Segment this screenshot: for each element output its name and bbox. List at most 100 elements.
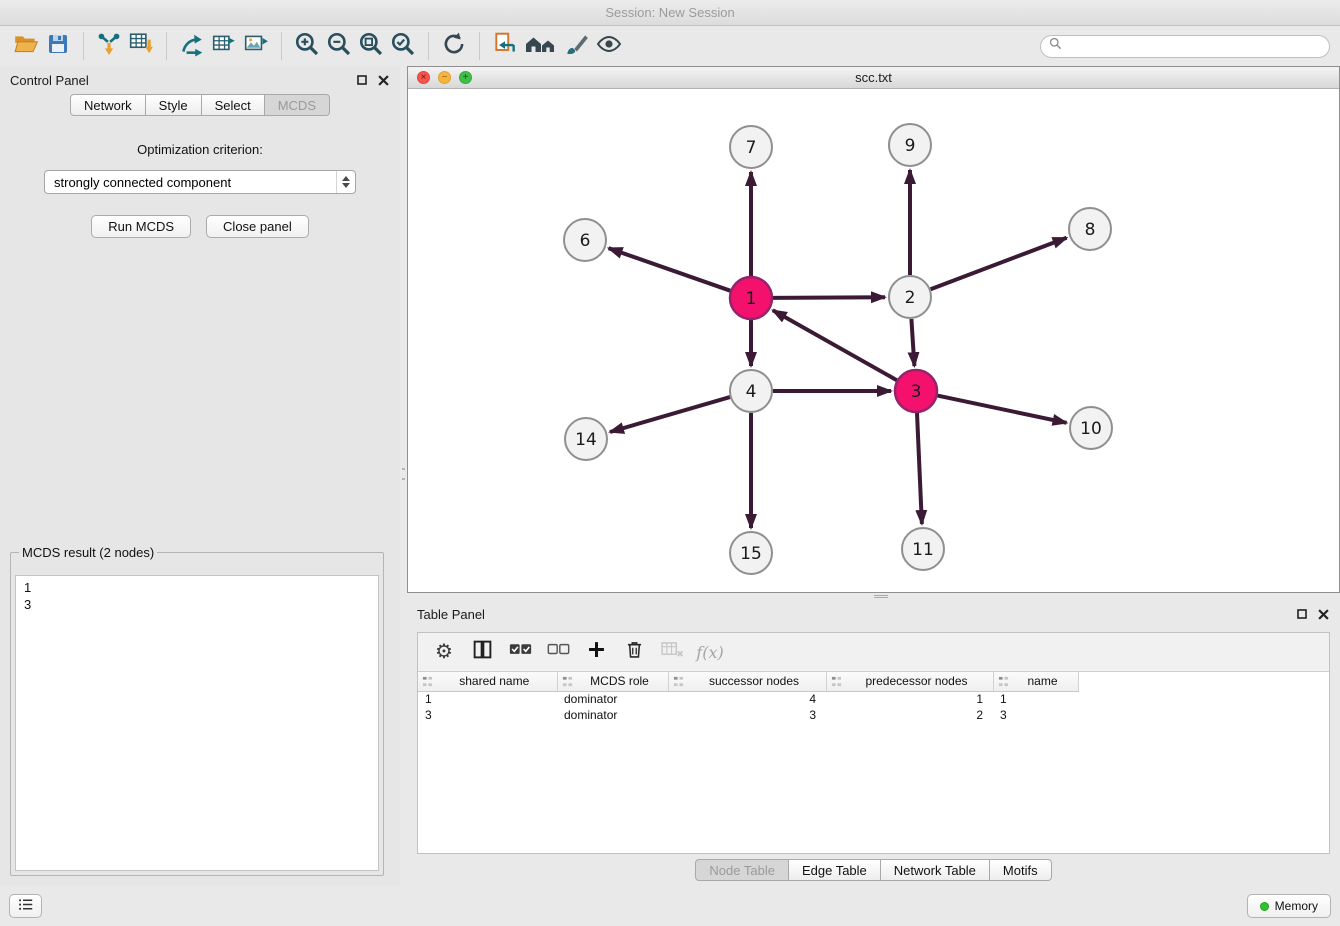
node-14[interactable]: 14 [565,418,607,460]
copy-document-icon [492,31,518,62]
tab-style[interactable]: Style [146,94,202,116]
close-panel-icon[interactable] [377,74,390,87]
node-3[interactable]: 3 [895,370,937,412]
edge-2-8[interactable] [931,238,1067,289]
zoom-selected-button[interactable] [387,30,419,62]
import-network-button[interactable] [93,30,125,62]
criterion-select[interactable]: strongly connected component [44,170,356,194]
node-label: 1 [746,289,757,309]
search-field[interactable] [1040,35,1330,58]
node-7[interactable]: 7 [730,126,772,168]
edge-1-2[interactable] [773,297,885,298]
close-table-panel-icon[interactable] [1317,608,1330,621]
node-9[interactable]: 9 [889,124,931,166]
toolbar-separator [281,32,282,60]
column-header-shared-name[interactable]: shared name [418,672,557,691]
node-2[interactable]: 2 [889,276,931,318]
clone-network-button[interactable] [176,30,208,62]
tab-mcds[interactable]: MCDS [265,94,330,116]
column-header-mcds-role[interactable]: MCDS role [557,672,668,691]
table-cell[interactable]: 4 [668,691,826,707]
column-header-predecessor-nodes[interactable]: predecessor nodes [826,672,993,691]
table-cell[interactable]: 2 [826,707,993,723]
delete-table-button[interactable] [658,638,686,666]
panel-chooser-button[interactable] [9,894,42,918]
network-window-title: scc.txt [855,70,892,85]
node-10[interactable]: 10 [1070,407,1112,449]
zoom-fit-button[interactable] [355,30,387,62]
table-cell[interactable]: 1 [826,691,993,707]
search-input[interactable] [1067,39,1321,53]
save-session-button[interactable] [42,30,74,62]
home-icon [524,32,558,61]
node-1[interactable]: 1 [730,277,772,319]
edge-3-1[interactable] [773,310,897,380]
edge-4-14[interactable] [610,397,730,432]
table-cell[interactable]: 1 [418,691,557,707]
result-line: 1 [24,579,378,596]
panel-splitter[interactable] [400,66,407,886]
network-overview-button[interactable] [521,30,561,62]
zoom-in-button[interactable] [291,30,323,62]
select-all-button[interactable] [506,638,534,666]
float-table-panel-icon[interactable] [1295,608,1308,621]
node-11[interactable]: 11 [902,528,944,570]
table-row[interactable]: 3dominator323 [418,707,1078,723]
tab-select[interactable]: Select [202,94,265,116]
column-header-name[interactable]: name [993,672,1078,691]
node-6[interactable]: 6 [564,219,606,261]
zoom-selected-icon [390,31,416,62]
table-cell[interactable]: 3 [668,707,826,723]
function-builder-button[interactable]: f(x) [696,638,724,666]
column-header-label: shared name [459,674,529,688]
table-cell[interactable]: 3 [418,707,557,723]
table-row[interactable]: 1dominator411 [418,691,1078,707]
minimize-window-button[interactable]: − [438,71,451,84]
float-panel-icon[interactable] [355,74,368,87]
node-label: 14 [575,430,597,450]
node-15[interactable]: 15 [730,532,772,574]
table-scroll-area[interactable]: shared name MCDS rolesuccessor nodesprede… [418,671,1329,853]
show-columns-button[interactable] [468,638,496,666]
deselect-all-button[interactable] [544,638,572,666]
table-tab-node-table[interactable]: Node Table [695,859,789,881]
node-label: 2 [905,288,916,308]
gear-icon: ⚙ [435,642,453,662]
table-tab-motifs[interactable]: Motifs [990,859,1052,881]
show-hide-graphics-button[interactable] [593,30,625,62]
edge-2-3[interactable] [911,319,914,366]
run-mcds-button[interactable]: Run MCDS [91,215,191,238]
edge-3-11[interactable] [917,413,922,524]
table-splitter[interactable] [407,593,1340,600]
node-8[interactable]: 8 [1069,208,1111,250]
table-tab-edge-table[interactable]: Edge Table [789,859,881,881]
edge-1-6[interactable] [609,248,731,291]
edge-3-10[interactable] [938,396,1067,423]
zoom-out-button[interactable] [323,30,355,62]
delete-row-button[interactable] [620,638,648,666]
export-image-button[interactable] [240,30,272,62]
deselect-all-icon [547,642,570,662]
copy-network-view-button[interactable] [489,30,521,62]
add-row-button[interactable] [582,638,610,666]
export-table-button[interactable] [208,30,240,62]
memory-button[interactable]: Memory [1247,894,1331,918]
table-cell[interactable]: 3 [993,707,1078,723]
node-4[interactable]: 4 [730,370,772,412]
column-header-successor-nodes[interactable]: successor nodes [668,672,826,691]
tab-network[interactable]: Network [70,94,146,116]
close-window-button[interactable]: × [417,71,430,84]
close-panel-button[interactable]: Close panel [206,215,309,238]
refresh-view-button[interactable] [438,30,470,62]
column-settings-button[interactable]: ⚙ [430,638,458,666]
network-canvas[interactable]: 7 9 6 8 1 2 4 3 14 10 15 11 [408,89,1339,592]
table-cell[interactable]: 1 [993,691,1078,707]
table-cell[interactable]: dominator [557,691,668,707]
table-cell[interactable]: dominator [557,707,668,723]
control-panel: Control Panel NetworkStyleSelectMCDS Opt… [0,66,400,886]
import-table-button[interactable] [125,30,157,62]
apply-style-button[interactable] [561,30,593,62]
zoom-window-button[interactable]: + [459,71,472,84]
open-session-button[interactable] [10,30,42,62]
table-tab-network-table[interactable]: Network Table [881,859,990,881]
